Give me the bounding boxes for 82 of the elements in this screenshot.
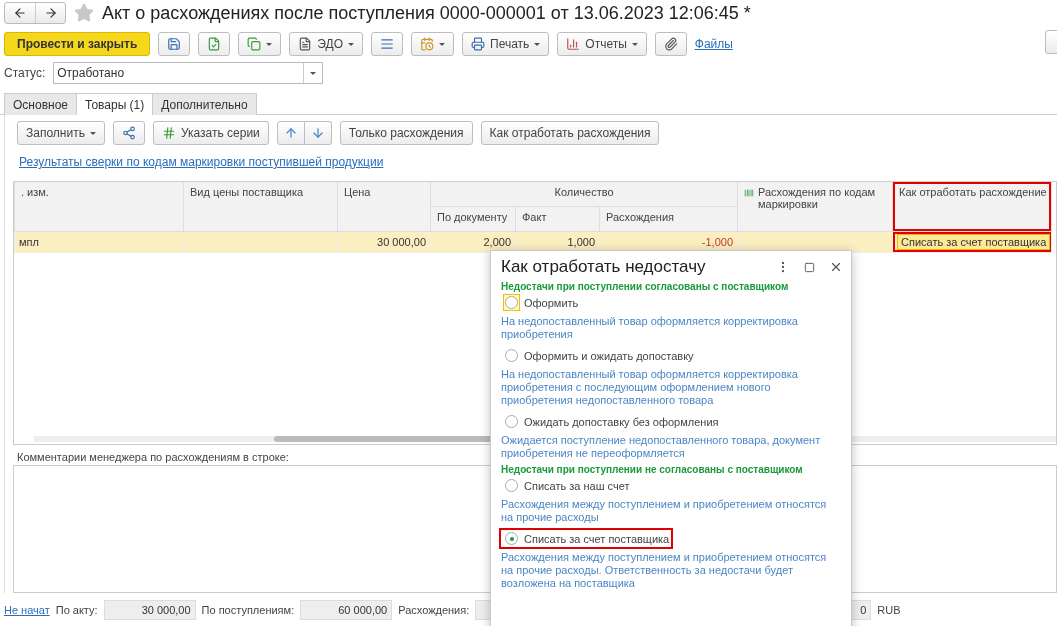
option-description: На недопоставленный товар оформляется корректировка приобретения bbox=[501, 315, 799, 341]
chart-icon bbox=[566, 37, 581, 51]
toolbar-button[interactable] bbox=[198, 32, 231, 56]
specify-series-button[interactable]: Указать серии bbox=[152, 121, 269, 145]
column-header: . изм. bbox=[14, 182, 184, 232]
status-field[interactable]: Отработано bbox=[53, 62, 324, 84]
radio-button[interactable] bbox=[505, 532, 518, 545]
group-heading: Недостачи при поступлении согласованы с поставщиком bbox=[501, 281, 790, 292]
radio-option[interactable]: Оформить bbox=[499, 292, 583, 313]
table-cell: 30 000,00 bbox=[377, 236, 426, 248]
toolbar-menu-button[interactable] bbox=[411, 32, 454, 56]
table-cell[interactable]: Списать за счет поставщика bbox=[897, 234, 1051, 250]
popup-title: Как отработать недостачу bbox=[501, 257, 707, 277]
table-cell: 2,000 bbox=[483, 236, 511, 248]
toolbar-button[interactable] bbox=[371, 32, 403, 56]
total-field: 30 000,00 bbox=[103, 599, 196, 620]
move-down-button[interactable] bbox=[304, 121, 332, 145]
tab[interactable]: Дополнительно bbox=[152, 93, 257, 115]
column-group-header: Количество bbox=[430, 182, 738, 207]
table-cell: 1,000 bbox=[567, 236, 595, 248]
radio-option[interactable]: Ожидать допоставку без оформления bbox=[499, 411, 723, 432]
calendar-icon bbox=[420, 37, 434, 51]
document-icon bbox=[207, 37, 222, 51]
column-header: Как отработать расхождение bbox=[892, 182, 1052, 232]
tab[interactable]: Товары (1) bbox=[76, 93, 154, 115]
toolbar-button[interactable] bbox=[112, 121, 145, 145]
option-description: Ожидается поступление недопоставленного товара, документ приобретения не переоформляется bbox=[501, 434, 822, 460]
radio-option[interactable]: Списать за счет поставщика bbox=[499, 528, 674, 549]
radio-button[interactable] bbox=[505, 349, 518, 362]
total-field: 60 000,00 bbox=[300, 599, 393, 620]
toolbar-menu-button[interactable] bbox=[238, 32, 282, 56]
radio-button[interactable] bbox=[505, 415, 518, 428]
column-header: Факт bbox=[515, 206, 600, 232]
star-icon[interactable] bbox=[74, 3, 94, 23]
paperclip-icon bbox=[663, 37, 678, 51]
comment-label: Комментарии менеджера по расхождениям в строке: bbox=[17, 451, 289, 463]
menu-button[interactable]: ЭДО bbox=[289, 32, 363, 56]
table-cell: мпл bbox=[19, 236, 39, 248]
files-link[interactable]: Файлы bbox=[694, 37, 733, 51]
total-label: По поступлениям: bbox=[201, 603, 295, 616]
printer-icon bbox=[471, 37, 485, 51]
save-icon bbox=[167, 37, 182, 51]
menu-button[interactable]: Отчеты bbox=[557, 32, 647, 56]
back-icon bbox=[13, 6, 27, 20]
radio-option[interactable]: Списать за наш счет bbox=[499, 475, 634, 496]
menu-button[interactable]: Печать bbox=[462, 32, 550, 56]
table-cell: -1,000 bbox=[701, 236, 734, 248]
status-link[interactable]: Не начат bbox=[4, 603, 50, 616]
radio-button[interactable] bbox=[505, 296, 518, 309]
option-description: Расхождения между поступлением и приобретением относятся на прочие расходы bbox=[501, 498, 828, 524]
currency-label: RUB bbox=[877, 603, 901, 616]
group-heading: Недостачи при поступлении не согласованы с поставщиком bbox=[501, 464, 804, 475]
action-button[interactable]: Только расхождения bbox=[339, 121, 473, 145]
hash-icon bbox=[161, 126, 176, 140]
copy-icon bbox=[247, 37, 262, 51]
total-label: Расхождения: bbox=[398, 603, 470, 616]
column-header: Расхождения bbox=[599, 206, 738, 232]
menu-button[interactable]: Заполнить bbox=[17, 121, 105, 145]
option-description: На недопоставленный товар оформляется корректировка приобретения с последующим оформлением нового приобретения недопоставленного товара bbox=[501, 368, 799, 407]
document-icon bbox=[298, 37, 313, 51]
window-title: Акт о расхождениях после поступления 0000-000001 от 13.06.2023 12:06:45 * bbox=[102, 2, 751, 24]
reconciliation-link[interactable]: Результаты сверки по кодам маркировки поступившей продукции bbox=[19, 155, 384, 169]
share-icon bbox=[121, 126, 136, 140]
post-and-close-button[interactable]: Провести и закрыть bbox=[4, 32, 151, 56]
tab[interactable]: Основное bbox=[4, 93, 77, 115]
maximize-icon[interactable] bbox=[804, 261, 815, 273]
column-header: По документу bbox=[430, 206, 516, 232]
option-description: Расхождения между поступлением и приобретением относятся на прочие расходы. Ответственность за недостачи будет возложена на поставщика bbox=[501, 551, 828, 590]
column-header: Цена bbox=[337, 182, 431, 232]
radio-option[interactable]: Оформить и ожидать допоставку bbox=[499, 345, 698, 366]
forward-icon bbox=[43, 6, 58, 20]
close-icon[interactable] bbox=[829, 260, 843, 274]
total-label: По акту: bbox=[55, 603, 98, 616]
toolbar-button[interactable] bbox=[654, 32, 687, 56]
status-label: Статус: bbox=[4, 66, 46, 80]
column-header: Расхождения по кодам маркировки bbox=[737, 182, 893, 232]
list-icon bbox=[380, 37, 394, 51]
move-up-button[interactable] bbox=[276, 121, 305, 145]
toolbar-button[interactable] bbox=[158, 32, 191, 56]
action-button[interactable]: Как отработать расхождения bbox=[480, 121, 660, 145]
radio-button[interactable] bbox=[505, 479, 518, 492]
column-header: Вид цены поставщика bbox=[183, 182, 338, 232]
